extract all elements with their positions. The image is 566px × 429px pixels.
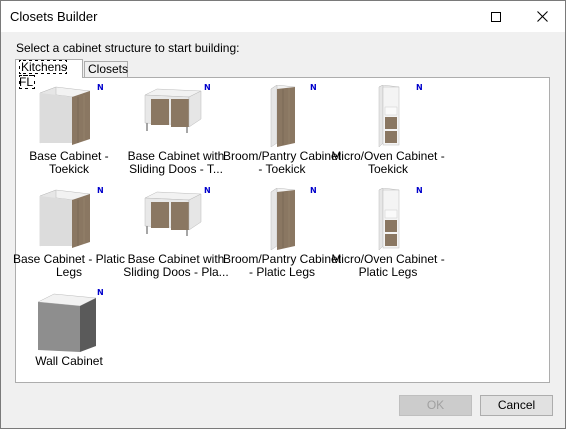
cabinet-label: Base Cabinet with Sliding Doos - T... [127,149,225,176]
new-badge: N [204,186,211,195]
cabinet-label: Micro/Oven Cabinet - Toekick [331,149,445,176]
cabinet-label: Base Cabinet with Sliding Doos - Pla... [123,252,229,279]
new-badge: N [204,83,211,92]
cabinet-item[interactable]: N Base Cabinet - Toekick [14,83,124,183]
new-badge: N [416,83,423,92]
cabinet-item[interactable]: N Wall Cabinet [14,288,124,388]
cabinet-label: Broom/Pantry Cabinet - Toekick [222,149,342,176]
ok-button[interactable]: OK [399,395,472,416]
close-icon [536,11,548,22]
cabinet-item[interactable]: N Base Cabinet with Sliding Doos - T... [121,83,231,183]
title-bar: Closets Builder [1,1,565,32]
tab-closets[interactable]: Closets [84,61,128,77]
window-title: Closets Builder [10,9,98,24]
cabinet-grid: N Base Cabinet - Toekick N Base Cabinet wit… [13,83,549,383]
cabinet-thumbnail [247,187,317,251]
cabinet-label: Broom/Pantry Cabinet - Platic Legs [222,252,342,279]
cabinet-thumbnail [34,85,104,147]
new-badge: N [97,186,104,195]
cabinet-label: Wall Cabinet [35,354,103,368]
new-badge: N [97,288,104,297]
new-badge: N [310,83,317,92]
cabinet-thumbnail [34,290,104,352]
closets-builder-dialog: Closets Builder Select a cabinet structu… [0,0,566,429]
cabinet-item[interactable]: N Base Cabinet with Sliding Doos - Pla... [121,186,231,286]
cabinet-item[interactable]: N Broom/Pantry Cabinet - Toekick [223,83,341,183]
cabinet-item[interactable]: N Base Cabinet - Platic Legs [13,186,125,286]
cabinet-thumbnail [34,188,104,250]
new-badge: N [97,83,104,92]
cabinet-item[interactable]: N Micro/Oven Cabinet - Platic Legs [331,186,444,286]
close-button[interactable] [519,1,565,32]
new-badge: N [310,186,317,195]
cabinet-thumbnail [141,188,211,250]
maximize-button[interactable] [473,1,519,32]
tab-kitchens-fl[interactable]: Kitchens FL [15,59,83,89]
tab-label: Closets [88,62,129,76]
cancel-button[interactable]: Cancel [480,395,553,416]
instruction-label: Select a cabinet structure to start buil… [16,41,240,55]
cabinet-thumbnail [353,187,423,251]
cabinet-thumbnail [353,84,423,148]
cabinet-label: Base Cabinet - Platic Legs [12,252,126,279]
cabinet-item[interactable]: N Micro/Oven Cabinet - Toekick [331,83,444,183]
cabinet-label: Micro/Oven Cabinet - Platic Legs [331,252,445,279]
cabinet-thumbnail [247,84,317,148]
cabinet-item[interactable]: N Broom/Pantry Cabinet - Platic Legs [223,186,341,286]
maximize-icon [491,11,501,22]
cabinet-thumbnail [141,85,211,147]
new-badge: N [416,186,423,195]
cabinet-label: Base Cabinet - Toekick [29,149,109,176]
